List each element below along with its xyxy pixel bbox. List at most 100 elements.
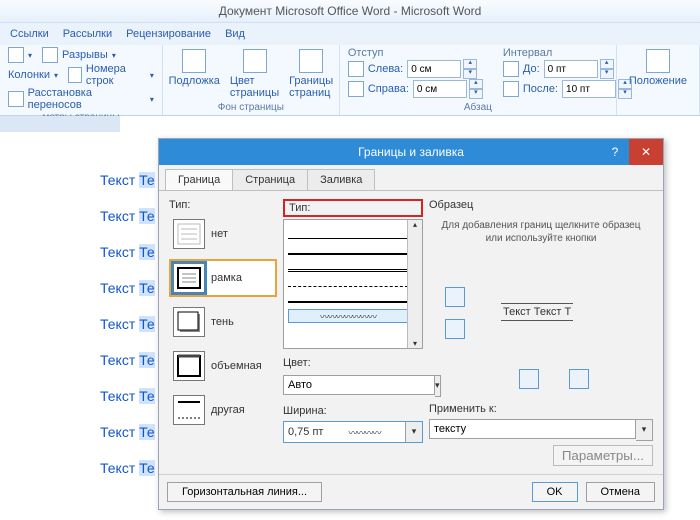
style-option-selected[interactable]: 〰〰〰〰〰〰〰 [288,309,408,323]
watermark-button[interactable]: Подложка [165,47,224,101]
border-bottom-button[interactable] [445,319,465,339]
indent-right-icon [348,81,364,97]
spacing-after-input[interactable] [562,80,616,98]
dialog-title: Границы и заливка [358,145,464,159]
apply-to-label: Применить к: [429,403,653,415]
tab-mailings[interactable]: Рассылки [63,28,112,40]
apply-to-combo[interactable]: ▾ [429,419,653,441]
dialog-tabs: Граница Страница Заливка [159,165,663,191]
line-numbers-icon [68,67,82,83]
color-combo[interactable]: ▾ [283,375,423,397]
spacing-before-input[interactable] [544,60,598,78]
type-none-icon [173,219,205,249]
scroll-down-icon[interactable]: ▾ [413,339,417,348]
page-color-icon [243,49,267,73]
app-window: Документ Microsoft Office Word - Microso… [0,0,700,520]
dialog-footer: Горизонтальная линия... OK Отмена [159,474,663,509]
tab-border[interactable]: Граница [165,169,233,190]
hyphenation-button[interactable]: Расстановка переносов▾ [8,87,154,111]
margins-icon [8,47,24,63]
position-button[interactable]: Положение [625,47,691,89]
indent-right-input[interactable] [413,80,467,98]
type-shadow[interactable]: тень [169,303,277,341]
dropdown-icon[interactable]: ▾ [636,419,653,441]
style-option[interactable] [288,245,408,255]
columns-button[interactable]: Колонки▾ Номера строк▾ [8,63,154,87]
spacing-after-icon [503,81,519,97]
type-box[interactable]: рамка [169,259,277,297]
hyphenation-icon [8,91,24,107]
border-top-button[interactable] [445,287,465,307]
indent-left-spinner[interactable]: ▴▾ [407,59,477,79]
watermark-icon [182,49,206,73]
tab-review[interactable]: Рецензирование [126,28,211,40]
indent-label: Отступ [348,47,483,59]
type-box-icon [173,263,205,293]
group-page-setup: ▾ Разрывы▾ Колонки▾ Номера строк▾ Расста… [0,45,163,115]
type-3d[interactable]: объемная [169,347,277,385]
options-button: Параметры... [553,445,653,466]
apply-to-row: Применить к: ▾ Параметры... [429,403,653,466]
style-listbox[interactable]: 〰〰〰〰〰〰〰 ▴▾ [283,219,423,349]
style-option[interactable] [288,278,408,287]
width-wave-preview: 〰〰〰〰 [345,426,406,439]
ok-button[interactable]: OK [532,482,578,502]
style-option[interactable] [288,261,408,272]
group-arrange: Положение [617,45,700,115]
page-borders-button[interactable]: Границы страниц [285,47,337,101]
spin-down-icon[interactable]: ▾ [463,69,477,79]
width-combo[interactable]: 0,75 пт 〰〰〰〰 ▾ [283,421,423,443]
type-column: Тип: нет рамка тень объемная [169,199,277,479]
style-scrollbar[interactable]: ▴▾ [407,220,422,348]
help-button[interactable]: ? [601,139,629,165]
width-value: 0,75 пт [284,426,345,438]
preview-column: Образец Для добавления границ щелкните о… [429,199,653,479]
color-label: Цвет: [283,357,423,369]
tab-view[interactable]: Вид [225,28,245,40]
preview-label: Образец [429,199,653,211]
title-bar: Документ Microsoft Office Word - Microso… [0,0,700,23]
spacing-before-row: До: ▴▾ [503,59,632,79]
dialog-body: Тип: нет рамка тень объемная [159,191,663,485]
width-label: Ширина: [283,405,423,417]
spin-up-icon[interactable]: ▴ [463,59,477,69]
breaks-icon [42,47,58,63]
tab-page[interactable]: Страница [232,169,308,190]
spacing-label: Интервал [503,47,632,59]
style-section-label: Тип: [283,199,423,217]
type-none[interactable]: нет [169,215,277,253]
window-title: Документ Microsoft Office Word - Microso… [219,4,482,18]
color-value[interactable] [283,375,435,395]
ribbon-tabs: Ссылки Рассылки Рецензирование Вид [0,23,700,45]
border-right-button[interactable] [569,369,589,389]
apply-to-value[interactable] [429,419,636,439]
ribbon: ▾ Разрывы▾ Колонки▾ Номера строк▾ Расста… [0,45,700,116]
cancel-button[interactable]: Отмена [586,482,655,502]
indent-left-input[interactable] [407,60,461,78]
borders-shading-dialog: Границы и заливка ? ✕ Граница Страница З… [158,138,664,510]
type-custom[interactable]: другая [169,391,277,429]
type-section-label: Тип: [169,199,277,211]
tab-shading[interactable]: Заливка [307,169,375,190]
tab-links[interactable]: Ссылки [10,28,49,40]
style-option[interactable] [288,230,408,239]
position-icon [646,49,670,73]
type-3d-icon [173,351,205,381]
page-color-button[interactable]: Цвет страницы [226,47,283,101]
group-page-background: Подложка Цвет страницы Границы страниц Ф… [163,45,340,115]
dialog-titlebar[interactable]: Границы и заливка ? ✕ [159,139,663,165]
dropdown-icon[interactable]: ▾ [405,422,422,442]
indent-right-spinner[interactable]: ▴▾ [413,79,483,99]
indent-left-row: Слева: ▴▾ [348,59,483,79]
group-label-page-background: Фон страницы [171,102,331,113]
spacing-before-icon [503,61,519,77]
margins-button[interactable]: ▾ Разрывы▾ [8,47,154,63]
spacing-before-spinner[interactable]: ▴▾ [544,59,614,79]
preview-area[interactable]: Текст Текст Т [429,249,653,399]
horizontal-line-button[interactable]: Горизонтальная линия... [167,482,322,502]
style-option[interactable] [288,293,408,303]
close-button[interactable]: ✕ [629,139,663,165]
scroll-up-icon[interactable]: ▴ [413,220,417,229]
group-paragraph: Отступ Слева: ▴▾ Справа: ▴▾ Интервал До:… [340,45,617,115]
border-left-button[interactable] [519,369,539,389]
